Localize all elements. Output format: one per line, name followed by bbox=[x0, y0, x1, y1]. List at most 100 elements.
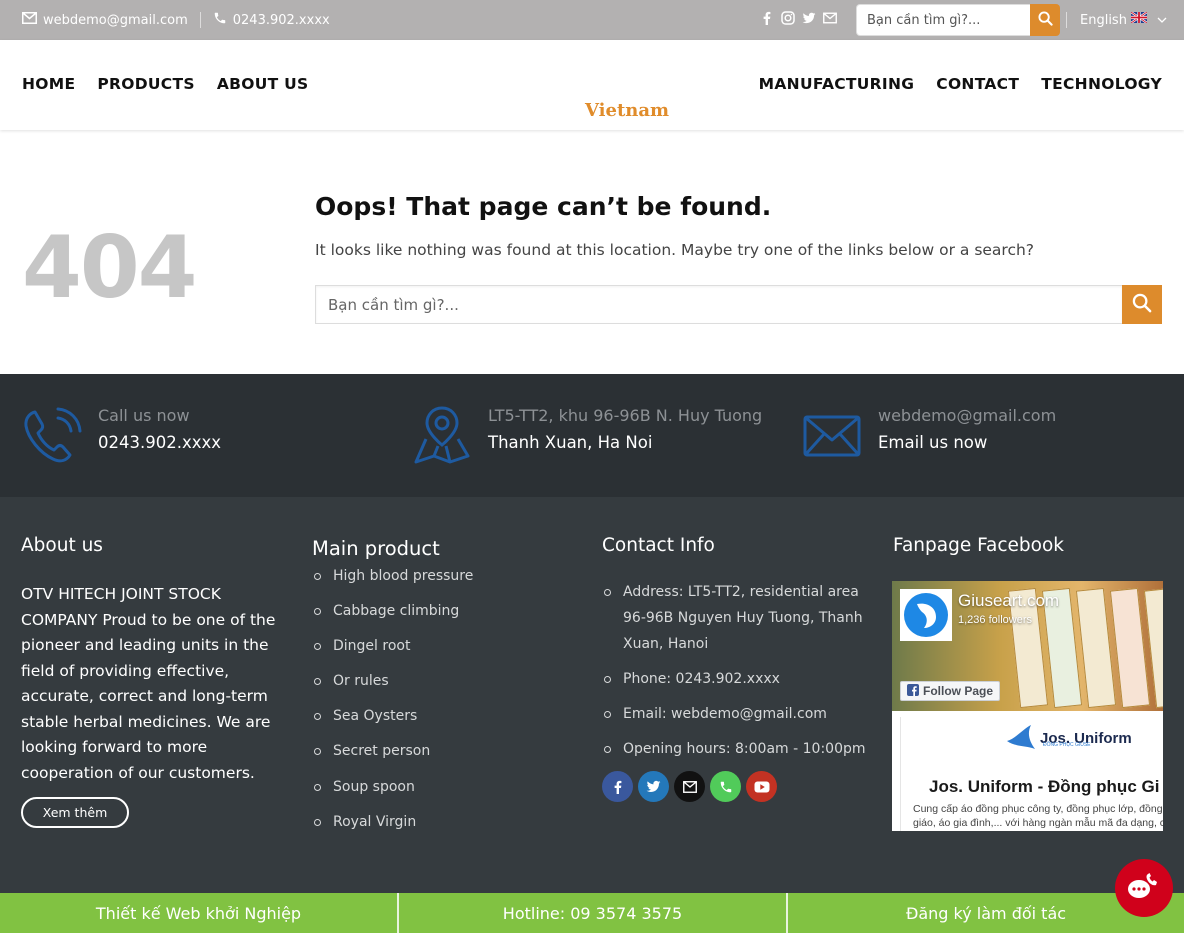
poster-image bbox=[1109, 587, 1151, 709]
top-phone-text: 0243.902.xxxx bbox=[232, 12, 330, 28]
youtube-icon[interactable] bbox=[746, 771, 777, 802]
page-followers: 1,236 followers bbox=[958, 614, 1032, 626]
product-link[interactable]: Dingel root bbox=[312, 638, 473, 673]
contact-info-list: Address: LT5-TT2, residential area 96-96… bbox=[602, 579, 872, 762]
facebook-cover: Giuseart.com 1,236 followers Follow Page bbox=[892, 581, 1163, 711]
footer-about-text: OTV HITECH JOINT STOCK COMPANY Proud to … bbox=[21, 585, 276, 782]
main-nav-right: MANUFACTURING CONTACT TECHNOLOGY bbox=[759, 75, 1162, 93]
uk-flag-icon bbox=[1130, 10, 1148, 24]
startup-web-design-link[interactable]: Thiết kế Web khởi Nghiệp bbox=[0, 893, 397, 933]
product-link[interactable]: Soup spoon bbox=[312, 779, 473, 814]
contact-email[interactable]: webdemo@gmail.com Email us now bbox=[802, 404, 1056, 466]
contact-address-item: Address: LT5-TT2, residential area 96-96… bbox=[602, 579, 872, 657]
top-search-input[interactable] bbox=[856, 4, 1030, 36]
search-icon bbox=[1037, 11, 1053, 29]
footer-products-title: Main product bbox=[312, 537, 440, 560]
follow-page-button[interactable]: Follow Page bbox=[900, 681, 1001, 701]
contact-address-label: LT5-TT2, khu 96-96B N. Huy Tuong bbox=[488, 406, 763, 425]
error-search-form bbox=[315, 285, 1162, 324]
contact-address-value: Thanh Xuan, Ha Noi bbox=[488, 433, 653, 452]
error-code: 404 bbox=[22, 218, 198, 318]
phone-chat-icon bbox=[1127, 871, 1161, 905]
product-link[interactable]: High blood pressure bbox=[312, 568, 473, 603]
follow-page-label: Follow Page bbox=[923, 684, 994, 698]
facebook-icon[interactable] bbox=[760, 11, 774, 25]
twitter-icon[interactable] bbox=[638, 771, 669, 802]
nav-manufacturing[interactable]: MANUFACTURING bbox=[759, 75, 915, 93]
envelope-icon bbox=[22, 12, 37, 28]
top-phone-link[interactable]: 0243.902.xxxx bbox=[213, 11, 330, 29]
language-switcher[interactable]: English bbox=[1066, 0, 1167, 40]
post-title: Jos. Uniform - Đồng phục Gi bbox=[929, 777, 1160, 796]
page-name[interactable]: Giuseart.com bbox=[958, 591, 1059, 611]
twitter-icon[interactable] bbox=[802, 11, 816, 25]
envelope-icon bbox=[802, 404, 862, 466]
footer-contact-title: Contact Info bbox=[602, 535, 715, 556]
top-divider bbox=[199, 12, 201, 28]
email-icon[interactable] bbox=[674, 771, 705, 802]
poster-image bbox=[1075, 587, 1117, 709]
footer-products: Main product High blood pressure Cabbage… bbox=[312, 537, 473, 849]
post-description-line: Cung cấp áo đồng phục công ty, đồng phục… bbox=[913, 803, 1163, 815]
error-search-button[interactable] bbox=[1122, 285, 1162, 324]
nav-products[interactable]: PRODUCTS bbox=[97, 75, 194, 93]
contact-phone-item: Phone: 0243.902.xxxx bbox=[602, 666, 872, 692]
top-search-button[interactable] bbox=[1030, 4, 1060, 36]
product-link[interactable]: Royal Virgin bbox=[312, 814, 473, 849]
contact-address-text: LT5-TT2, khu 96-96B N. Huy Tuong Thanh X… bbox=[488, 404, 762, 466]
language-divider bbox=[1066, 12, 1067, 28]
facebook-page-widget[interactable]: Giuseart.com 1,236 followers Follow Page… bbox=[892, 581, 1163, 831]
footer-facebook-title: Fanpage Facebook bbox=[893, 535, 1065, 556]
contact-call[interactable]: Call us now 0243.902.xxxx bbox=[22, 404, 221, 466]
product-link[interactable]: Secret person bbox=[312, 743, 473, 778]
footer-about-title: About us bbox=[21, 535, 103, 556]
page-avatar bbox=[900, 589, 952, 641]
site-logo[interactable]: Vietnam bbox=[585, 100, 669, 121]
bottom-action-bar: Thiết kế Web khởi Nghiệp Hotline: 09 357… bbox=[0, 893, 1184, 933]
floating-call-button[interactable] bbox=[1115, 859, 1173, 917]
contact-strip: Call us now 0243.902.xxxx LT5-TT2, khu 9… bbox=[0, 374, 1184, 497]
phone-icon[interactable] bbox=[710, 771, 741, 802]
contact-call-text: Call us now 0243.902.xxxx bbox=[98, 404, 221, 466]
contact-call-label: Call us now bbox=[98, 406, 190, 425]
error-title: Oops! That page can’t be found. bbox=[315, 192, 772, 221]
post-logo: Jos. Uniform bbox=[1005, 723, 1132, 753]
phone-icon bbox=[22, 404, 82, 466]
read-more-button[interactable]: Xem thêm bbox=[21, 797, 129, 828]
contact-call-value: 0243.902.xxxx bbox=[98, 433, 222, 452]
product-link[interactable]: Cabbage climbing bbox=[312, 603, 473, 638]
map-icon bbox=[412, 404, 472, 466]
product-link[interactable]: Or rules bbox=[312, 673, 473, 708]
facebook-icon[interactable] bbox=[602, 771, 633, 802]
main-nav-left: HOME PRODUCTS ABOUT US bbox=[22, 75, 309, 93]
top-bar-contacts: webdemo@gmail.com 0243.902.xxxx bbox=[22, 0, 330, 40]
post-brand-sub: ĐỒNG PHỤC GIUSE bbox=[1043, 742, 1091, 748]
facebook-post: Jos. Uniform ĐỒNG PHỤC GIUSE Jos. Unifor… bbox=[900, 717, 1163, 831]
facebook-icon bbox=[907, 683, 919, 699]
hotline-link[interactable]: Hotline: 09 3574 3575 bbox=[399, 893, 786, 933]
top-email-link[interactable]: webdemo@gmail.com bbox=[22, 12, 188, 28]
contact-email-text: webdemo@gmail.com Email us now bbox=[878, 404, 1056, 466]
search-icon bbox=[1132, 293, 1152, 316]
contact-email-value: Email us now bbox=[878, 433, 988, 452]
instagram-icon[interactable] bbox=[781, 11, 795, 25]
contact-email-label: webdemo@gmail.com bbox=[878, 406, 1057, 425]
post-description: Cung cấp áo đồng phục công ty, đồng phục… bbox=[913, 802, 1163, 830]
top-email-text: webdemo@gmail.com bbox=[43, 12, 188, 28]
error-message: It looks like nothing was found at this … bbox=[315, 241, 1035, 259]
main-header: HOME PRODUCTS ABOUT US Vietnam MANUFACTU… bbox=[0, 40, 1184, 130]
top-social-icons bbox=[760, 11, 837, 25]
footer: About us OTV HITECH JOINT STOCK COMPANY … bbox=[0, 497, 1184, 893]
chevron-down-icon bbox=[1157, 17, 1167, 24]
nav-about-us[interactable]: ABOUT US bbox=[217, 75, 309, 93]
product-link[interactable]: Sea Oysters bbox=[312, 708, 473, 743]
nav-technology[interactable]: TECHNOLOGY bbox=[1041, 75, 1162, 93]
error-search-input[interactable] bbox=[315, 285, 1122, 324]
phone-icon bbox=[213, 11, 227, 29]
nav-home[interactable]: HOME bbox=[22, 75, 75, 93]
footer-contact: Contact Info Address: LT5-TT2, residenti… bbox=[602, 535, 872, 802]
contact-address[interactable]: LT5-TT2, khu 96-96B N. Huy Tuong Thanh X… bbox=[412, 404, 762, 466]
mail-icon[interactable] bbox=[823, 11, 837, 25]
nav-contact[interactable]: CONTACT bbox=[936, 75, 1019, 93]
product-list: High blood pressure Cabbage climbing Din… bbox=[312, 568, 473, 849]
